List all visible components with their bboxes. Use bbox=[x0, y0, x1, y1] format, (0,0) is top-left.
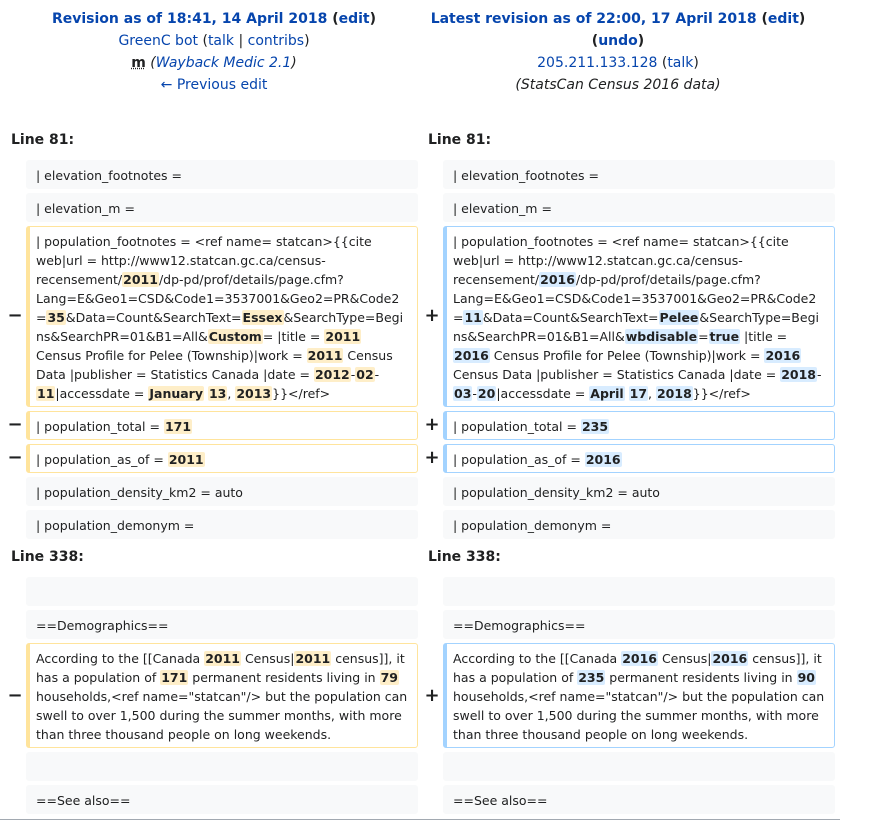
context-line: ==See also== bbox=[443, 785, 835, 814]
context-line bbox=[443, 752, 835, 781]
deleted-line: | population_total = 171 bbox=[26, 411, 418, 440]
deleted-line: | population_as_of = 2011 bbox=[26, 444, 418, 473]
context-line: ==Demographics== bbox=[26, 610, 418, 639]
context-line: ==See also== bbox=[26, 785, 418, 814]
deleted-line-marker: − bbox=[7, 305, 23, 326]
line-number-right: Line 338: bbox=[428, 549, 501, 565]
right-edit-summary: (StatsCan Census 2016 data) bbox=[515, 77, 721, 93]
deleted-line-marker: − bbox=[7, 447, 23, 468]
line-number-left: Line 338: bbox=[11, 549, 84, 565]
added-line-marker: + bbox=[424, 685, 440, 706]
context-line: | elevation_footnotes = bbox=[26, 160, 418, 189]
left-summary-link[interactable]: Wayback Medic 2.1 bbox=[156, 55, 292, 71]
context-line: | population_density_km2 = auto bbox=[443, 477, 835, 506]
previous-edit-link[interactable]: ← Previous edit bbox=[161, 77, 268, 93]
deleted-line: According to the [[Canada 2011 Census|20… bbox=[26, 643, 418, 748]
added-line: | population_as_of = 2016 bbox=[443, 444, 835, 473]
right-edit-link[interactable]: edit bbox=[768, 11, 799, 27]
left-revision-link[interactable]: Revision as of 18:41, 14 April 2018 bbox=[52, 11, 327, 27]
undo-link[interactable]: undo bbox=[598, 33, 638, 49]
added-line: | population_footnotes = <ref name= stat… bbox=[443, 226, 835, 407]
deleted-line-marker: − bbox=[7, 414, 23, 435]
left-talk-link[interactable]: talk bbox=[208, 33, 234, 49]
left-revision-header: Revision as of 18:41, 14 April 2018 (edi… bbox=[51, 11, 377, 93]
left-edit-link[interactable]: edit bbox=[339, 11, 370, 27]
added-line: According to the [[Canada 2016 Census|20… bbox=[443, 643, 835, 748]
context-line bbox=[26, 577, 418, 606]
right-talk-link[interactable]: talk bbox=[667, 55, 693, 71]
minor-edit-flag: m bbox=[131, 55, 146, 71]
added-line-marker: + bbox=[424, 305, 440, 326]
context-line: | population_demonym = bbox=[26, 510, 418, 539]
added-line: | population_total = 235 bbox=[443, 411, 835, 440]
added-line-marker: + bbox=[424, 414, 440, 435]
divider bbox=[0, 819, 840, 820]
left-user-link[interactable]: GreenC bot bbox=[118, 33, 198, 49]
context-line: | elevation_m = bbox=[443, 193, 835, 222]
deleted-line: | population_footnotes = <ref name= stat… bbox=[26, 226, 418, 407]
deleted-line-marker: − bbox=[7, 685, 23, 706]
line-number-right: Line 81: bbox=[428, 132, 492, 148]
line-number-left: Line 81: bbox=[11, 132, 75, 148]
context-line bbox=[443, 577, 835, 606]
context-line: | elevation_footnotes = bbox=[443, 160, 835, 189]
context-line: | population_demonym = bbox=[443, 510, 835, 539]
context-line: ==Demographics== bbox=[443, 610, 835, 639]
added-line-marker: + bbox=[424, 447, 440, 468]
context-line: | elevation_m = bbox=[26, 193, 418, 222]
right-revision-link[interactable]: Latest revision as of 22:00, 17 April 20… bbox=[431, 11, 757, 27]
context-line: | population_density_km2 = auto bbox=[26, 477, 418, 506]
right-revision-header: Latest revision as of 22:00, 17 April 20… bbox=[430, 11, 806, 93]
right-user-link[interactable]: 205.211.133.128 bbox=[537, 55, 657, 71]
context-line bbox=[26, 752, 418, 781]
left-contribs-link[interactable]: contribs bbox=[248, 33, 304, 49]
